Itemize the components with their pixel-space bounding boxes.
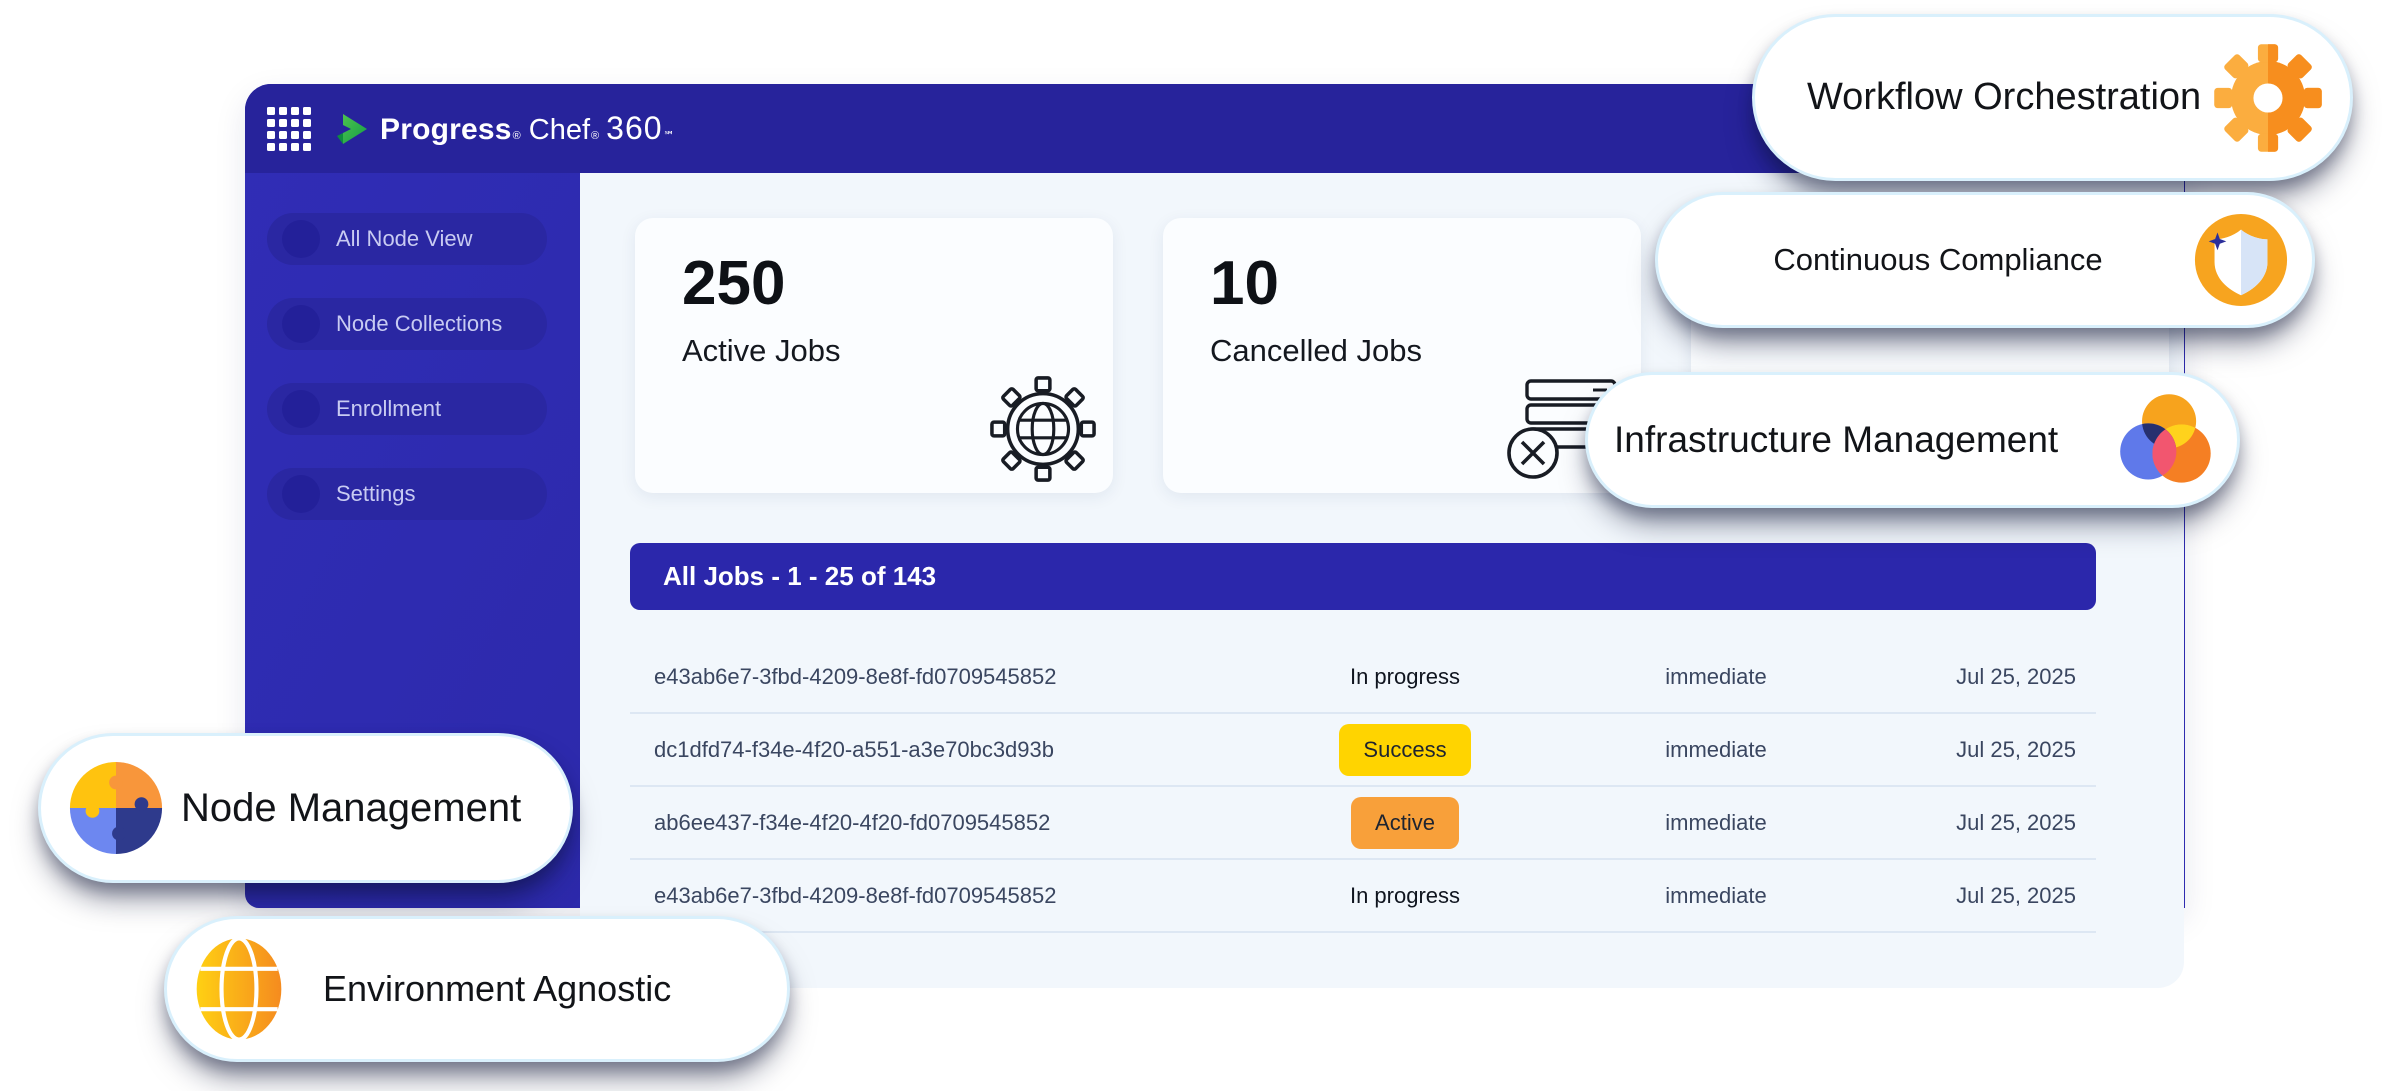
callout-label: Infrastructure Management [1614, 419, 2115, 461]
sidebar-item-node-collections[interactable]: Node Collections [267, 298, 547, 350]
callout-workflow-orchestration: Workflow Orchestration [1752, 14, 2353, 181]
page: Progress®Chef®360℠ All Node View Node Co… [0, 0, 2386, 1091]
sidebar-item-all-node-view[interactable]: All Node View [267, 213, 547, 265]
job-date: Jul 25, 2025 [1952, 664, 2096, 690]
nav-bullet-icon [282, 305, 320, 343]
cancelled-jobs-count: 10 [1210, 248, 1641, 319]
status-text: In progress [1350, 883, 1460, 908]
callout-label: Environment Agnostic [323, 968, 671, 1010]
callout-label: Workflow Orchestration [1807, 76, 2212, 119]
job-schedule: immediate [1480, 737, 1952, 763]
puzzle-icon [67, 759, 165, 857]
nav-bullet-icon [282, 390, 320, 428]
progress-chef-360-logo: Progress®Chef®360℠ [335, 110, 675, 147]
sidebar-item-label: Node Collections [336, 311, 502, 337]
globe-gear-icon [989, 375, 1097, 483]
job-id: e43ab6e7-3fbd-4209-8e8f-fd0709545852 [630, 883, 1330, 909]
sidebar-item-label: Enrollment [336, 396, 441, 422]
callout-node-management: Node Management [38, 733, 573, 883]
callout-label: Node Management [181, 786, 521, 831]
nav-bullet-icon [282, 220, 320, 258]
callout-infrastructure-management: Infrastructure Management [1585, 372, 2240, 508]
jobs-header-bar: All Jobs - 1 - 25 of 143 [630, 543, 2096, 610]
jobs-header-text: All Jobs - 1 - 25 of 143 [663, 561, 936, 592]
table-row[interactable]: e43ab6e7-3fbd-4209-8e8f-fd0709545852 In … [630, 860, 2096, 933]
status-badge-active: Active [1351, 797, 1459, 849]
job-id: dc1dfd74-f34e-4f20-a551-a3e70bc3d93b [630, 737, 1330, 763]
status-badge-success: Success [1339, 724, 1470, 776]
job-id: ab6ee437-f34e-4f20-4f20-fd0709545852 [630, 810, 1330, 836]
callout-environment-agnostic: Environment Agnostic [164, 916, 790, 1062]
cancelled-jobs-label: Cancelled Jobs [1210, 333, 1641, 369]
progress-logo-icon [335, 112, 371, 146]
job-date: Jul 25, 2025 [1952, 737, 2096, 763]
job-schedule: immediate [1480, 664, 1952, 690]
active-jobs-label: Active Jobs [682, 333, 1113, 369]
brand-360: 360 [606, 110, 662, 147]
stat-card-cancelled-jobs: 10 Cancelled Jobs [1163, 218, 1641, 493]
sidebar-item-label: Settings [336, 481, 416, 507]
gear-icon [2212, 42, 2324, 154]
sidebar-item-settings[interactable]: Settings [267, 468, 547, 520]
stat-card-active-jobs: 250 Active Jobs [635, 218, 1113, 493]
job-schedule: immediate [1480, 883, 1952, 909]
shield-icon [2192, 211, 2290, 309]
brand-chef: Chef [529, 114, 590, 147]
venn-icon [2115, 388, 2219, 492]
callout-label: Continuous Compliance [1684, 242, 2192, 278]
callout-continuous-compliance: Continuous Compliance [1655, 192, 2315, 328]
jobs-table: e43ab6e7-3fbd-4209-8e8f-fd0709545852 In … [630, 641, 2096, 933]
active-jobs-count: 250 [682, 248, 1113, 319]
job-date: Jul 25, 2025 [1952, 810, 2096, 836]
job-date: Jul 25, 2025 [1952, 883, 2096, 909]
sidebar-item-enrollment[interactable]: Enrollment [267, 383, 547, 435]
globe-icon [193, 935, 285, 1043]
sidebar-item-label: All Node View [336, 226, 473, 252]
nav-bullet-icon [282, 475, 320, 513]
brand-progress: Progress [380, 113, 512, 147]
table-row[interactable]: dc1dfd74-f34e-4f20-a551-a3e70bc3d93b Suc… [630, 714, 2096, 787]
job-schedule: immediate [1480, 810, 1952, 836]
table-row[interactable]: ab6ee437-f34e-4f20-4f20-fd0709545852 Act… [630, 787, 2096, 860]
status-text: In progress [1350, 664, 1460, 689]
table-row[interactable]: e43ab6e7-3fbd-4209-8e8f-fd0709545852 In … [630, 641, 2096, 714]
app-switcher-icon[interactable] [267, 107, 311, 151]
job-id: e43ab6e7-3fbd-4209-8e8f-fd0709545852 [630, 664, 1330, 690]
